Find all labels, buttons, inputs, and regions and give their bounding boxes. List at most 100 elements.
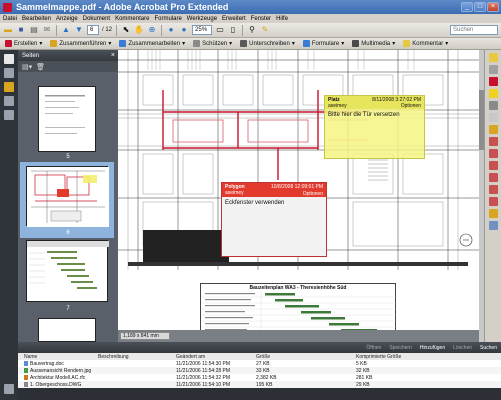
column-header-size[interactable]: Größe xyxy=(256,354,356,360)
comment-note-red[interactable]: Polygon aseimey 10/8/2008 12:09:51 PM Op… xyxy=(221,182,327,257)
page-total-label: / 12 xyxy=(102,27,113,33)
column-header-compressed-size[interactable]: Komprimierte Größe xyxy=(356,354,456,360)
cloud-tool-icon[interactable] xyxy=(489,197,498,206)
zoom-level-input[interactable]: 25% xyxy=(192,25,213,35)
security-settings-icon[interactable] xyxy=(4,96,14,106)
attachments-panel-toggle[interactable] xyxy=(0,378,18,400)
note-options-menu[interactable]: Optionen xyxy=(401,103,421,109)
text-edit-icon[interactable] xyxy=(489,65,498,74)
menu-fenster[interactable]: Fenster xyxy=(251,16,271,22)
open-folder-icon[interactable]: ▬ xyxy=(3,25,13,35)
attachments-panel: Öffnen Speichern Hinzufügen Löschen Such… xyxy=(18,342,501,400)
zoom-tool-icon[interactable]: ⊕ xyxy=(147,25,157,35)
table-row[interactable]: Architektur Modell.AC.rfc 11/21/2006 11:… xyxy=(18,374,501,381)
callout-icon[interactable] xyxy=(489,101,498,110)
column-header-name[interactable]: Name xyxy=(18,354,98,360)
table-row[interactable]: Bauvertrag.doc 11/21/2006 11:54:30 PM 27… xyxy=(18,360,501,367)
document-view[interactable]: Platz aseimey 8/11/2008 3:27:02 PM Optio… xyxy=(118,50,484,342)
menu-bar: Datei Bearbeiten Anzeige Dokument Kommen… xyxy=(0,14,501,23)
note-options-menu[interactable]: Optionen xyxy=(303,191,323,197)
select-tool-icon[interactable]: ⬉ xyxy=(121,25,131,35)
menu-hilfe[interactable]: Hilfe xyxy=(276,16,288,22)
menu-kommentare[interactable]: Kommentare xyxy=(115,16,149,22)
save-icon[interactable]: ■ xyxy=(16,25,26,35)
menu-bearbeiten[interactable]: Bearbeiten xyxy=(22,16,51,22)
bookmarks-icon[interactable] xyxy=(4,68,14,78)
create-pdf-icon xyxy=(5,40,12,47)
page-thumbnail[interactable] xyxy=(38,318,96,342)
page-thumbnail-number: 7 xyxy=(66,306,70,312)
page-options-icon[interactable]: ▤▾ xyxy=(22,63,32,71)
pages-panel-toolbar: ▤▾ 🗑 xyxy=(18,61,118,72)
page-thumbnail[interactable] xyxy=(26,240,109,302)
note-text[interactable]: Eckfenster verwenden xyxy=(222,197,326,209)
delete-page-icon[interactable]: 🗑 xyxy=(36,63,45,71)
signatures-icon[interactable] xyxy=(4,82,14,92)
comment-note-yellow[interactable]: Platz aseimey 8/11/2008 3:27:02 PM Optio… xyxy=(324,95,425,159)
pages-panel-icon[interactable] xyxy=(4,54,14,64)
schedule-title: Bauzeitenplan WA3 - Theresienhöhe Süd xyxy=(249,285,347,291)
email-icon[interactable]: ✉ xyxy=(42,25,52,35)
hand-tool-icon[interactable]: ✋ xyxy=(134,25,144,35)
eraser-icon[interactable] xyxy=(489,209,498,218)
multimedia-button[interactable]: Multimedia ▾ xyxy=(350,39,397,49)
collaborate-button[interactable]: Zusammenarbeiten ▾ xyxy=(117,39,187,49)
model-file-icon xyxy=(24,375,28,380)
oval-tool-icon[interactable] xyxy=(489,149,498,158)
column-header-modified[interactable]: Geändert am xyxy=(176,354,256,360)
print-icon[interactable]: ▤ xyxy=(29,25,39,35)
stamp-icon[interactable] xyxy=(489,77,498,86)
delete-attachment-button[interactable]: Löschen xyxy=(453,345,472,351)
page-thumbnail[interactable] xyxy=(38,86,96,152)
collaborate-icon xyxy=(119,40,127,47)
open-attachment-button[interactable]: Öffnen xyxy=(366,345,381,351)
pages-panel-close-icon[interactable]: × xyxy=(111,52,115,59)
main-toolbar: ▬ ■ ▤ ✉ ▲ ▼ 6 / 12 ⬉ ✋ ⊕ ● ● 25% ▭ ▯ ⚲ ✎… xyxy=(0,23,501,38)
fit-width-icon[interactable]: ▯ xyxy=(228,25,238,35)
save-attachment-button[interactable]: Speichern xyxy=(389,345,412,351)
add-attachment-button[interactable]: Hinzufügen xyxy=(420,345,445,351)
table-row[interactable]: 1. Obergeschoss.DWG 11/21/2006 11:54:10 … xyxy=(18,381,501,388)
previous-page-icon[interactable]: ▲ xyxy=(61,25,71,35)
pencil-icon[interactable] xyxy=(489,125,498,134)
comment-tools-column xyxy=(484,50,501,342)
rectangle-tool-icon[interactable] xyxy=(489,137,498,146)
menu-formulare[interactable]: Formulare xyxy=(154,16,181,22)
table-row[interactable]: Aussenansicht Rendern.jpg 11/21/2006 11:… xyxy=(18,367,501,374)
arrow-tool-icon[interactable] xyxy=(489,161,498,170)
maximize-button[interactable]: □ xyxy=(474,2,486,12)
text-box-icon[interactable] xyxy=(489,113,498,122)
sign-button[interactable]: Unterschreiben ▾ xyxy=(238,39,297,49)
highlight-icon[interactable] xyxy=(489,89,498,98)
find-icon[interactable]: ⚲ xyxy=(247,25,257,35)
forms-button[interactable]: Formulare ▾ xyxy=(301,39,346,49)
fit-page-icon[interactable]: ▭ xyxy=(215,25,225,35)
next-page-icon[interactable]: ▼ xyxy=(74,25,84,35)
close-button[interactable]: × xyxy=(487,2,499,12)
page-thumbnail[interactable] xyxy=(26,166,109,227)
zoom-out-icon[interactable]: ● xyxy=(166,25,176,35)
polygon-tool-icon[interactable] xyxy=(489,185,498,194)
secure-button[interactable]: Schützen ▾ xyxy=(191,39,234,49)
search-input[interactable]: Suchen xyxy=(450,25,498,35)
search-attachments-button[interactable]: Suchen xyxy=(480,345,497,351)
combine-button[interactable]: Zusammenführen ▾ xyxy=(48,39,113,49)
create-button[interactable]: Erstellen ▾ xyxy=(3,39,44,49)
attach-file-icon[interactable] xyxy=(489,221,498,230)
note-text[interactable]: Bitte hier die Tür versetzen xyxy=(325,109,424,121)
column-header-description[interactable]: Beschreibung xyxy=(98,354,176,360)
menu-werkzeuge[interactable]: Werkzeuge xyxy=(187,16,217,22)
page-number-input[interactable]: 6 xyxy=(87,25,99,35)
menu-erweitert[interactable]: Erweitert xyxy=(222,16,246,22)
zoom-in-icon[interactable]: ● xyxy=(179,25,189,35)
minimize-button[interactable]: _ xyxy=(461,2,473,12)
toolbar-separator xyxy=(56,24,57,36)
comment-icon[interactable]: ✎ xyxy=(260,25,270,35)
menu-anzeige[interactable]: Anzeige xyxy=(56,16,78,22)
menu-dokument[interactable]: Dokument xyxy=(83,16,110,22)
layers-icon[interactable] xyxy=(4,110,14,120)
menu-datei[interactable]: Datei xyxy=(3,16,17,22)
line-tool-icon[interactable] xyxy=(489,173,498,182)
sticky-note-icon[interactable] xyxy=(489,53,498,62)
comment-task-button[interactable]: Kommentar ▾ xyxy=(401,39,450,49)
